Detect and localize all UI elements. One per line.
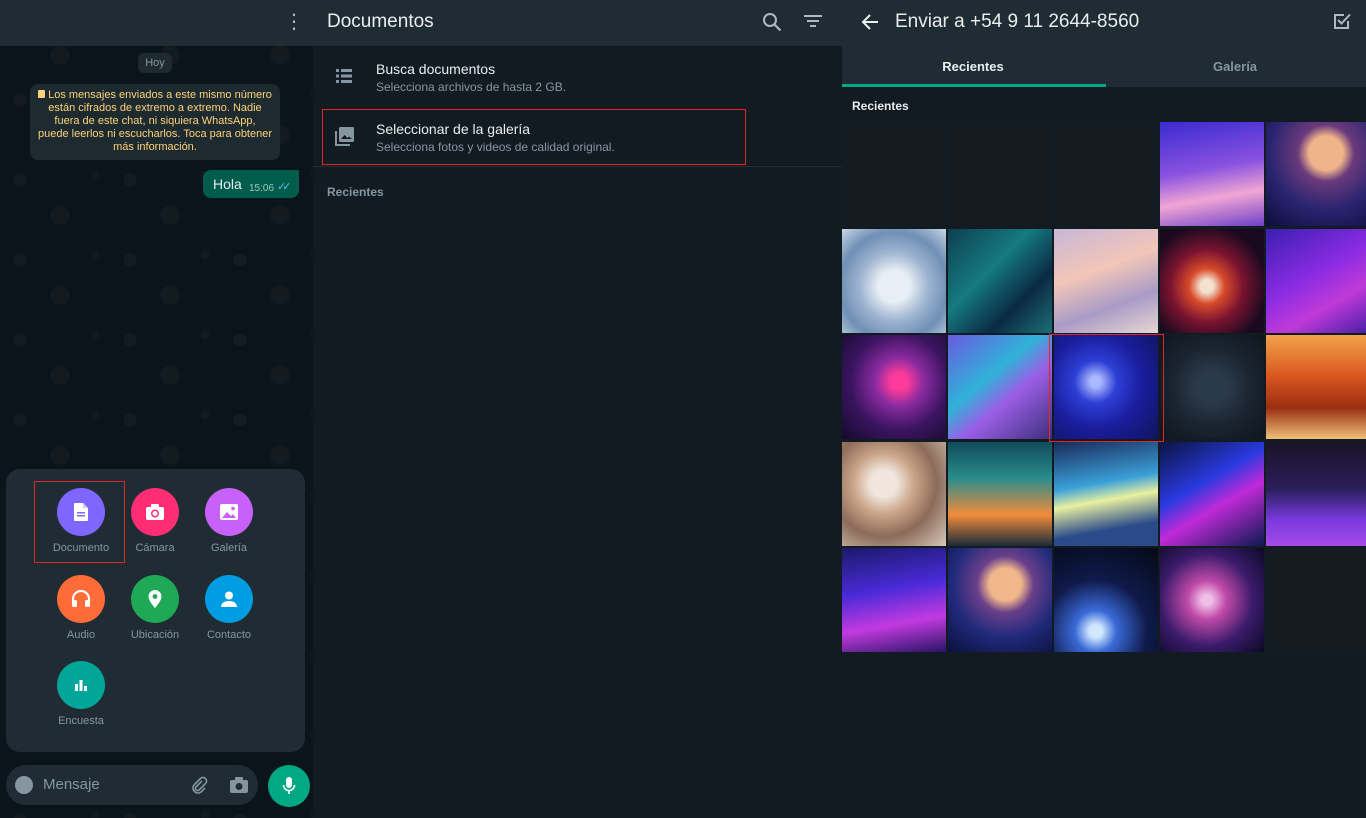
thumbnail-planet-arc[interactable] [1054,548,1158,652]
attach-label: Cámara [135,542,175,554]
attach-label: Contacto [206,629,252,641]
attach-label: Ubicación [130,629,180,641]
mic-button[interactable] [268,765,310,807]
thumbnail-fan-ribbon[interactable] [948,335,1052,439]
headphones-icon [57,575,105,623]
thumbnail-dark-blank[interactable] [1054,122,1158,226]
camera-icon [131,488,179,536]
message-input-bar[interactable]: Mensaje [6,765,258,805]
divider [313,166,842,167]
encryption-notice[interactable]: Los mensajes enviados a este mismo númer… [30,84,280,160]
date-chip: Hoy [138,53,172,73]
chat-panel: ⋮ Hoy Los mensajes enviados a este mismo… [0,0,313,818]
thumbnail-light-streaks[interactable] [1054,442,1158,546]
attach-contact[interactable]: Contacto [193,575,265,641]
message-text: Hola [213,176,242,192]
attach-label: Audio [66,629,96,641]
emoji-icon[interactable] [15,776,33,794]
camera-input-icon[interactable] [229,776,249,799]
section-header: Recientes [852,99,909,113]
message-input[interactable]: Mensaje [43,776,100,793]
option-subtitle: Selecciona archivos de hasta 2 GB. [376,80,567,94]
thumbnail-saturn[interactable] [1266,122,1366,226]
select-multiple-icon[interactable] [1333,12,1351,35]
thumbnail-violet-haze[interactable] [842,548,946,652]
more-options-icon[interactable]: ⋮ [282,10,306,34]
browse-documents-option[interactable]: Busca documentos Selecciona archivos de … [313,48,842,104]
section-header: Recientes [327,185,384,199]
encryption-notice-text: Los mensajes enviados a este mismo númer… [38,89,273,153]
thumbnail-pink-dunes[interactable] [1160,122,1264,226]
attach-camera[interactable]: Cámara [119,488,191,554]
thumbnail-teal-silk[interactable] [948,229,1052,333]
thumbnail-autumn-path[interactable] [1266,335,1366,439]
contact-icon [205,575,253,623]
attach-audio[interactable]: Audio [45,575,117,641]
read-ticks-icon: ✓✓ [277,181,292,193]
poll-icon [57,661,105,709]
option-title: Busca documentos [376,61,496,77]
sort-icon[interactable] [804,14,822,33]
thumbnail-violet-lines[interactable] [1266,229,1366,333]
search-icon[interactable] [762,12,782,37]
documents-header: Documentos [313,0,842,46]
location-pin-icon [131,575,179,623]
documents-panel: Documentos Busca documentos Selecciona a… [313,0,842,818]
lock-icon [38,90,46,98]
thumbnail-magenta-glow[interactable] [842,335,946,439]
thumbnail-ringed-planet[interactable] [948,548,1052,652]
attach-label: Encuesta [58,715,104,727]
attach-gallery[interactable]: Galería [193,488,265,554]
thumbnail-rain-glass[interactable] [842,442,946,546]
thumbnail-dark-blank[interactable] [842,122,946,226]
highlight-box [322,109,746,165]
tab-galeria[interactable]: Galería [1104,46,1366,87]
attach-label: Galería [210,542,248,554]
back-arrow-icon[interactable] [861,13,879,36]
thumbnail-pastel-waves[interactable] [1054,229,1158,333]
thumbnail-whatsapp-screen[interactable] [1266,548,1366,652]
gallery-icon [205,488,253,536]
thumbnail-sunset-sea[interactable] [948,442,1052,546]
gallery-header: Enviar a +54 9 11 2644-8560 [842,0,1366,46]
thumbnail-dark-smoke[interactable] [1160,335,1264,439]
page-title: Enviar a +54 9 11 2644-8560 [895,11,1140,32]
attach-clip-icon[interactable] [190,776,208,798]
page-title: Documentos [327,11,434,32]
tab-recientes[interactable]: Recientes [842,46,1104,87]
gallery-panel: Enviar a +54 9 11 2644-8560 Recientes Ga… [842,0,1366,818]
outgoing-message[interactable]: Hola 15:06 ✓✓ [203,170,299,198]
mic-icon [282,777,296,794]
list-icon [336,69,352,88]
chat-header: ⋮ [0,0,313,46]
attach-location[interactable]: Ubicación [119,575,191,641]
thumbnail-pink-nebula[interactable] [1160,548,1264,652]
thumbnail-red-swirl[interactable] [1160,229,1264,333]
highlight-box [1049,334,1164,442]
active-tab-indicator [842,84,1106,87]
thumbnail-purple-horizon[interactable] [1266,442,1366,546]
thumbnail-blue-rays[interactable] [1160,442,1264,546]
attach-poll[interactable]: Encuesta [45,661,117,727]
thumbnail-dark-blank[interactable] [948,122,1052,226]
thumbnail-white-bloom[interactable] [842,229,946,333]
gallery-tabs: Recientes Galería [842,46,1366,87]
message-time: 15:06 [249,183,275,194]
highlight-box [34,481,125,563]
